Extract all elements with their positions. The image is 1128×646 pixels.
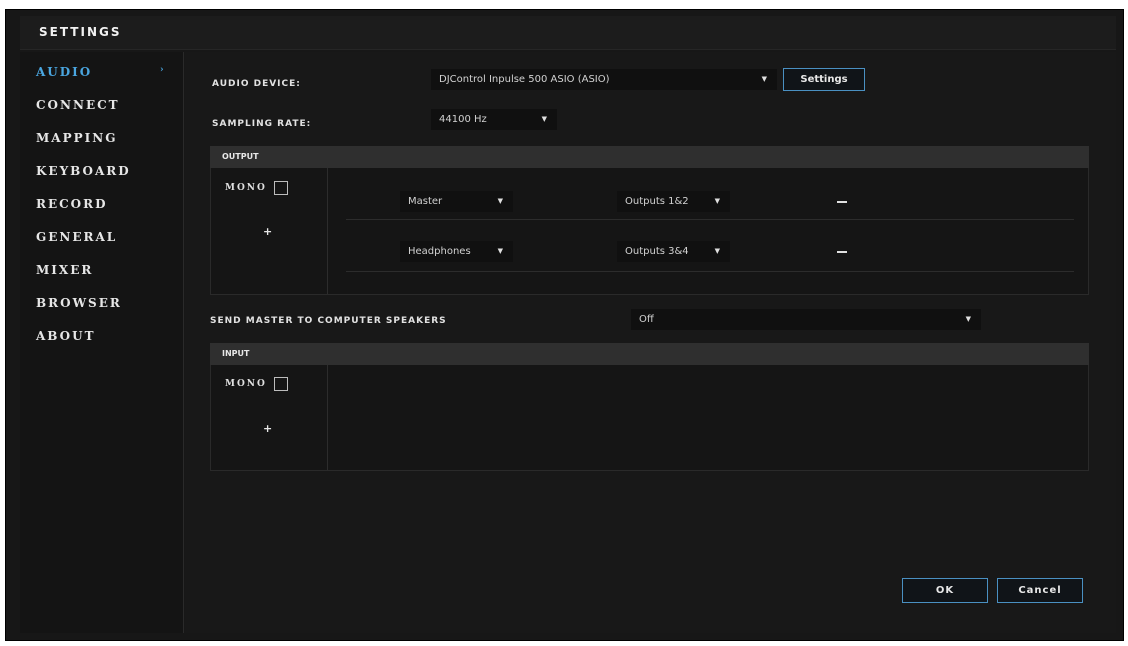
- sidebar-item-label: MIXER: [36, 263, 94, 277]
- input-panel: MONO +: [210, 365, 1089, 471]
- input-section-header: INPUT: [210, 343, 1089, 365]
- input-options-column: MONO +: [211, 365, 328, 470]
- dropdown-arrow-icon: ▼: [497, 197, 503, 205]
- title-bar: SETTINGS: [20, 16, 1116, 50]
- audio-settings-panel: AUDIO DEVICE: DJControl Inpulse 500 ASIO…: [185, 52, 1116, 633]
- input-header-label: INPUT: [222, 349, 250, 358]
- device-settings-button[interactable]: Settings: [783, 68, 865, 91]
- sidebar-item-label: AUDIO: [36, 65, 93, 79]
- output-target-dropdown[interactable]: Outputs 1&2 ▼: [617, 191, 730, 212]
- output-target-dropdown[interactable]: Outputs 3&4 ▼: [617, 241, 730, 262]
- add-output-button[interactable]: +: [263, 225, 272, 238]
- sampling-rate-value: 44100 Hz: [439, 114, 487, 125]
- sidebar-item-mapping[interactable]: MAPPING: [36, 131, 117, 145]
- send-master-label: SEND MASTER TO COMPUTER SPEAKERS: [210, 316, 447, 326]
- sidebar-item-mixer[interactable]: MIXER: [36, 263, 93, 277]
- output-section-header: OUTPUT: [210, 146, 1089, 168]
- input-mono-label: MONO: [225, 379, 267, 389]
- sampling-rate-label: SAMPLING RATE:: [212, 119, 312, 129]
- sidebar-item-label: MAPPING: [36, 131, 118, 145]
- sidebar-item-label: KEYBOARD: [36, 164, 131, 178]
- dropdown-arrow-icon: ▼: [497, 247, 503, 255]
- dropdown-arrow-icon: ▼: [541, 115, 547, 123]
- output-target-value: Outputs 1&2: [625, 196, 689, 207]
- output-panel: MONO + Master ▼ Outputs 1&2 ▼ Headphones…: [210, 168, 1089, 295]
- sidebar-item-label: CONNECT: [36, 98, 120, 112]
- ok-button[interactable]: OK: [902, 578, 988, 603]
- cancel-button[interactable]: Cancel: [997, 578, 1083, 603]
- audio-device-dropdown[interactable]: DJControl Inpulse 500 ASIO (ASIO) ▼: [431, 69, 777, 90]
- output-mono-label: MONO: [225, 183, 267, 193]
- dropdown-arrow-icon: ▼: [714, 247, 720, 255]
- sidebar-item-browser[interactable]: BROWSER: [36, 296, 122, 310]
- sidebar: AUDIO › CONNECT MAPPING KEYBOARD RECORD …: [20, 52, 184, 633]
- dropdown-arrow-icon: ▼: [714, 197, 720, 205]
- row-divider: [346, 219, 1074, 220]
- sidebar-item-connect[interactable]: CONNECT: [36, 98, 120, 112]
- sidebar-item-label: BROWSER: [36, 296, 122, 310]
- sampling-rate-dropdown[interactable]: 44100 Hz ▼: [431, 109, 557, 130]
- sidebar-item-keyboard[interactable]: KEYBOARD: [36, 164, 131, 178]
- output-target-value: Outputs 3&4: [625, 246, 689, 257]
- output-mono-checkbox[interactable]: [274, 181, 288, 195]
- output-channel-dropdown[interactable]: Master ▼: [400, 191, 513, 212]
- minus-icon[interactable]: [837, 201, 847, 203]
- audio-device-value: DJControl Inpulse 500 ASIO (ASIO): [439, 74, 610, 85]
- window-title: SETTINGS: [39, 25, 122, 39]
- sidebar-item-label: GENERAL: [36, 230, 118, 244]
- output-header-label: OUTPUT: [222, 152, 259, 161]
- row-divider: [346, 271, 1074, 272]
- send-master-value: Off: [639, 314, 654, 325]
- sidebar-item-general[interactable]: GENERAL: [36, 230, 117, 244]
- sidebar-item-audio[interactable]: AUDIO ›: [36, 65, 164, 79]
- sidebar-item-label: ABOUT: [36, 329, 96, 343]
- audio-device-label: AUDIO DEVICE:: [212, 79, 301, 89]
- output-channel-value: Master: [408, 196, 443, 207]
- add-input-button[interactable]: +: [263, 422, 272, 435]
- minus-icon[interactable]: [837, 251, 847, 253]
- output-channel-value: Headphones: [408, 246, 471, 257]
- sidebar-item-about[interactable]: ABOUT: [36, 329, 96, 343]
- output-channel-dropdown[interactable]: Headphones ▼: [400, 241, 513, 262]
- sidebar-item-record[interactable]: RECORD: [36, 197, 108, 211]
- chevron-right-icon: ›: [160, 65, 166, 75]
- dropdown-arrow-icon: ▼: [965, 315, 971, 323]
- output-options-column: MONO +: [211, 168, 328, 294]
- sidebar-item-label: RECORD: [36, 197, 108, 211]
- send-master-dropdown[interactable]: Off ▼: [631, 309, 981, 330]
- input-mono-checkbox[interactable]: [274, 377, 288, 391]
- dropdown-arrow-icon: ▼: [761, 75, 767, 83]
